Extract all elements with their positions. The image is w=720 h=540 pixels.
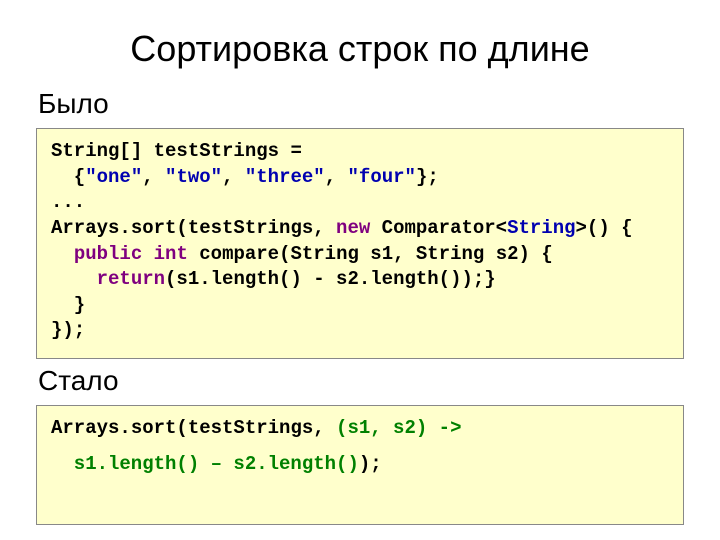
code-line: Arrays.sort(testStrings, (s1, s2) -> — [51, 417, 461, 439]
code-line: }); — [51, 319, 85, 341]
code-before: String[] testStrings = {"one", "two", "t… — [36, 128, 684, 359]
code-line: return(s1.length() - s2.length());} — [51, 268, 496, 290]
code-line: Arrays.sort(testStrings, new Comparator<… — [51, 217, 633, 239]
label-before: Было — [38, 88, 684, 120]
code-line: s1.length() – s2.length()); — [51, 452, 669, 478]
code-line: public int compare(String s1, String s2)… — [51, 243, 553, 265]
code-line: {"one", "two", "three", "four"}; — [51, 166, 439, 188]
code-line: ... — [51, 191, 85, 213]
slide-title: Сортировка строк по длине — [36, 28, 684, 70]
label-after: Стало — [38, 365, 684, 397]
code-line: String[] testStrings = — [51, 140, 302, 162]
code-after: Arrays.sort(testStrings, (s1, s2) -> s1.… — [36, 405, 684, 525]
code-line: } — [51, 294, 85, 316]
